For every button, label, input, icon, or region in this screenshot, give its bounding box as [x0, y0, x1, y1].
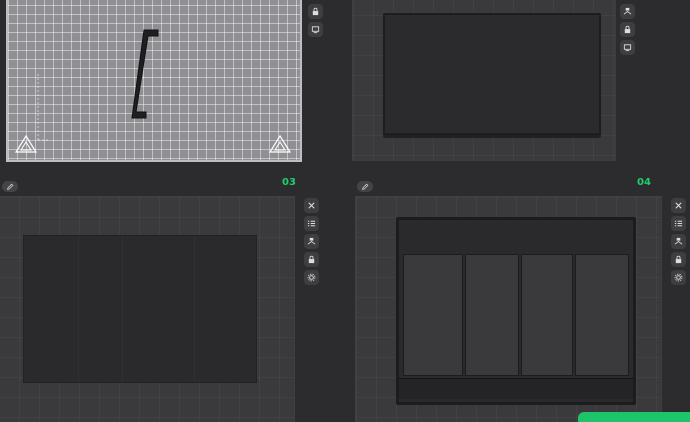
tray-compartment	[575, 254, 629, 376]
panel-divider	[122, 236, 123, 382]
plate-2-arrange-button[interactable]	[620, 4, 635, 19]
orient-icon	[311, 26, 320, 34]
plate-4-close-button[interactable]	[671, 198, 686, 213]
plate-3-close-button[interactable]	[304, 198, 319, 213]
arrange-icon	[307, 237, 316, 245]
plate-4[interactable]	[355, 196, 690, 422]
panel-divider	[194, 236, 195, 382]
plate-logo-right-icon	[268, 134, 292, 153]
axis-indicator	[37, 74, 50, 141]
plate-3-bed[interactable]	[0, 196, 295, 422]
plate-3-rename-button[interactable]	[2, 181, 18, 192]
lock-icon	[675, 255, 682, 264]
plate-1-lock-button[interactable]	[308, 4, 323, 19]
plate-3-number: 03	[282, 177, 296, 188]
plate-4-arrange-button[interactable]	[671, 234, 686, 249]
tray-compartment	[465, 254, 519, 376]
flat-box-model[interactable]	[383, 13, 601, 135]
orient-icon	[623, 44, 632, 52]
arrange-icon	[623, 7, 632, 15]
plate-2-bed[interactable]	[352, 0, 616, 161]
pencil-icon	[362, 183, 369, 190]
plate-3-lock-button[interactable]	[304, 252, 319, 267]
tray-compartment	[521, 254, 573, 376]
plate-3[interactable]	[0, 196, 340, 422]
plate-1-tools	[308, 4, 323, 37]
plate-4-bed[interactable]	[355, 196, 662, 422]
plate-4-lock-button[interactable]	[671, 252, 686, 267]
panel-divider	[78, 236, 79, 382]
pencil-icon	[7, 183, 14, 190]
list-icon	[674, 220, 683, 227]
plate-2-tools	[620, 4, 635, 55]
plate-4-tools	[671, 198, 686, 285]
lock-icon	[624, 25, 631, 34]
plate-2-orient-button[interactable]	[620, 40, 635, 55]
lock-icon	[308, 255, 315, 264]
close-icon	[675, 202, 682, 209]
handle-model[interactable]	[126, 24, 166, 124]
tray-compartment	[403, 254, 463, 376]
divided-tray-model[interactable]	[396, 217, 636, 405]
list-icon	[307, 220, 316, 227]
close-icon	[308, 202, 315, 209]
flat-panel-model[interactable]	[23, 235, 257, 383]
plate-3-settings-button[interactable]	[304, 270, 319, 285]
lock-icon	[312, 7, 319, 16]
plate-4-number: 04	[637, 177, 651, 188]
arrange-icon	[674, 237, 683, 245]
plate-logo-left-icon	[14, 134, 38, 153]
plate-3-arrange-button[interactable]	[304, 234, 319, 249]
plate-2[interactable]	[352, 0, 690, 165]
plate-1[interactable]	[0, 0, 323, 165]
plate-4-list-button[interactable]	[671, 216, 686, 231]
plate-4-rename-button[interactable]	[357, 181, 373, 192]
plate-3-list-button[interactable]	[304, 216, 319, 231]
plate-1-orient-button[interactable]	[308, 22, 323, 37]
plate-3-tools	[304, 198, 319, 285]
plate-1-bed[interactable]	[6, 0, 302, 162]
plate-2-lock-button[interactable]	[620, 22, 635, 37]
settings-icon	[307, 273, 316, 282]
settings-icon	[674, 273, 683, 282]
slice-plate-button[interactable]	[578, 412, 690, 422]
plate-4-settings-button[interactable]	[671, 270, 686, 285]
build-plate-workspace[interactable]: 03 04	[0, 0, 690, 422]
tray-front-wall	[399, 378, 633, 399]
